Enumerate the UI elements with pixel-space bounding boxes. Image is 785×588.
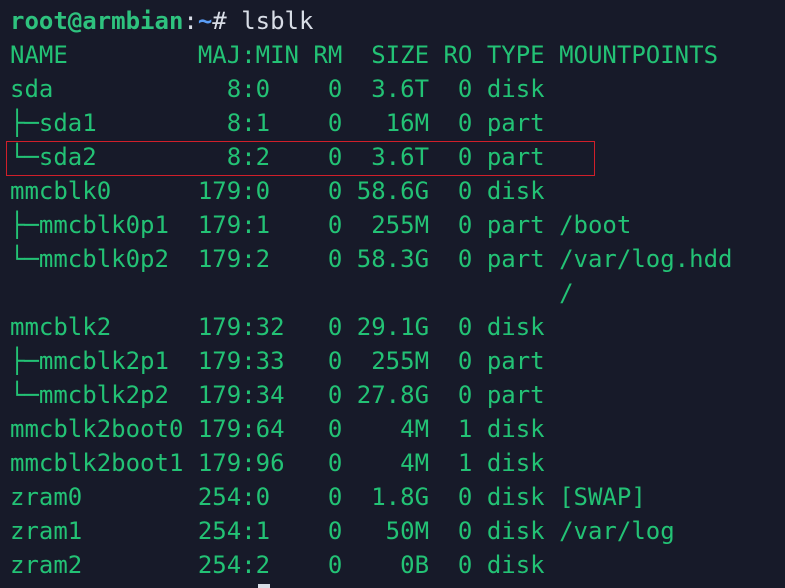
lsblk-row-sda1: ├─sda1 8:1 0 16M 0 part (10, 109, 545, 137)
lsblk-row-sda: sda 8:0 0 3.6T 0 disk (10, 75, 545, 103)
terminal-window[interactable]: root@armbian:~# lsblk NAME MAJ:MIN RM SI… (0, 0, 785, 588)
terminal-cursor (258, 584, 270, 588)
lsblk-row-mmcblk0p2-cont: / (10, 279, 574, 307)
lsblk-row-zram2: zram2 254:2 0 0B 0 disk (10, 551, 545, 579)
lsblk-row-sda2: └─sda2 8:2 0 3.6T 0 part (10, 143, 545, 171)
lsblk-row-mmcblk0p2: └─mmcblk0p2 179:2 0 58.3G 0 part /var/lo… (10, 245, 733, 273)
lsblk-header-row: NAME MAJ:MIN RM SIZE RO TYPE MOUNTPOINTS (10, 41, 719, 69)
prompt-separator: : (183, 7, 198, 35)
lsblk-row-mmcblk0: mmcblk0 179:0 0 58.6G 0 disk (10, 177, 545, 205)
lsblk-row-mmcblk2p1: ├─mmcblk2p1 179:33 0 255M 0 part (10, 347, 545, 375)
lsblk-row-mmcblk0p1: ├─mmcblk0p1 179:1 0 255M 0 part /boot (10, 211, 632, 239)
lsblk-row-mmcblk2: mmcblk2 179:32 0 29.1G 0 disk (10, 313, 545, 341)
lsblk-row-mmcblk2boot1: mmcblk2boot1 179:96 0 4M 1 disk (10, 449, 545, 477)
prompt-symbol: # (212, 7, 242, 35)
lsblk-row-mmcblk2p2: └─mmcblk2p2 179:34 0 27.8G 0 part (10, 381, 545, 409)
lsblk-row-zram0: zram0 254:0 0 1.8G 0 disk [SWAP] (10, 483, 646, 511)
prompt-line: root@armbian:~# lsblk (10, 4, 785, 38)
prompt-path: ~ (197, 7, 213, 35)
command-text: lsblk (241, 7, 314, 35)
lsblk-row-mmcblk2boot0: mmcblk2boot0 179:64 0 4M 1 disk (10, 415, 545, 443)
lsblk-row-zram1: zram1 254:1 0 50M 0 disk /var/log (10, 517, 675, 545)
prompt-user-host: root@armbian (10, 7, 184, 35)
